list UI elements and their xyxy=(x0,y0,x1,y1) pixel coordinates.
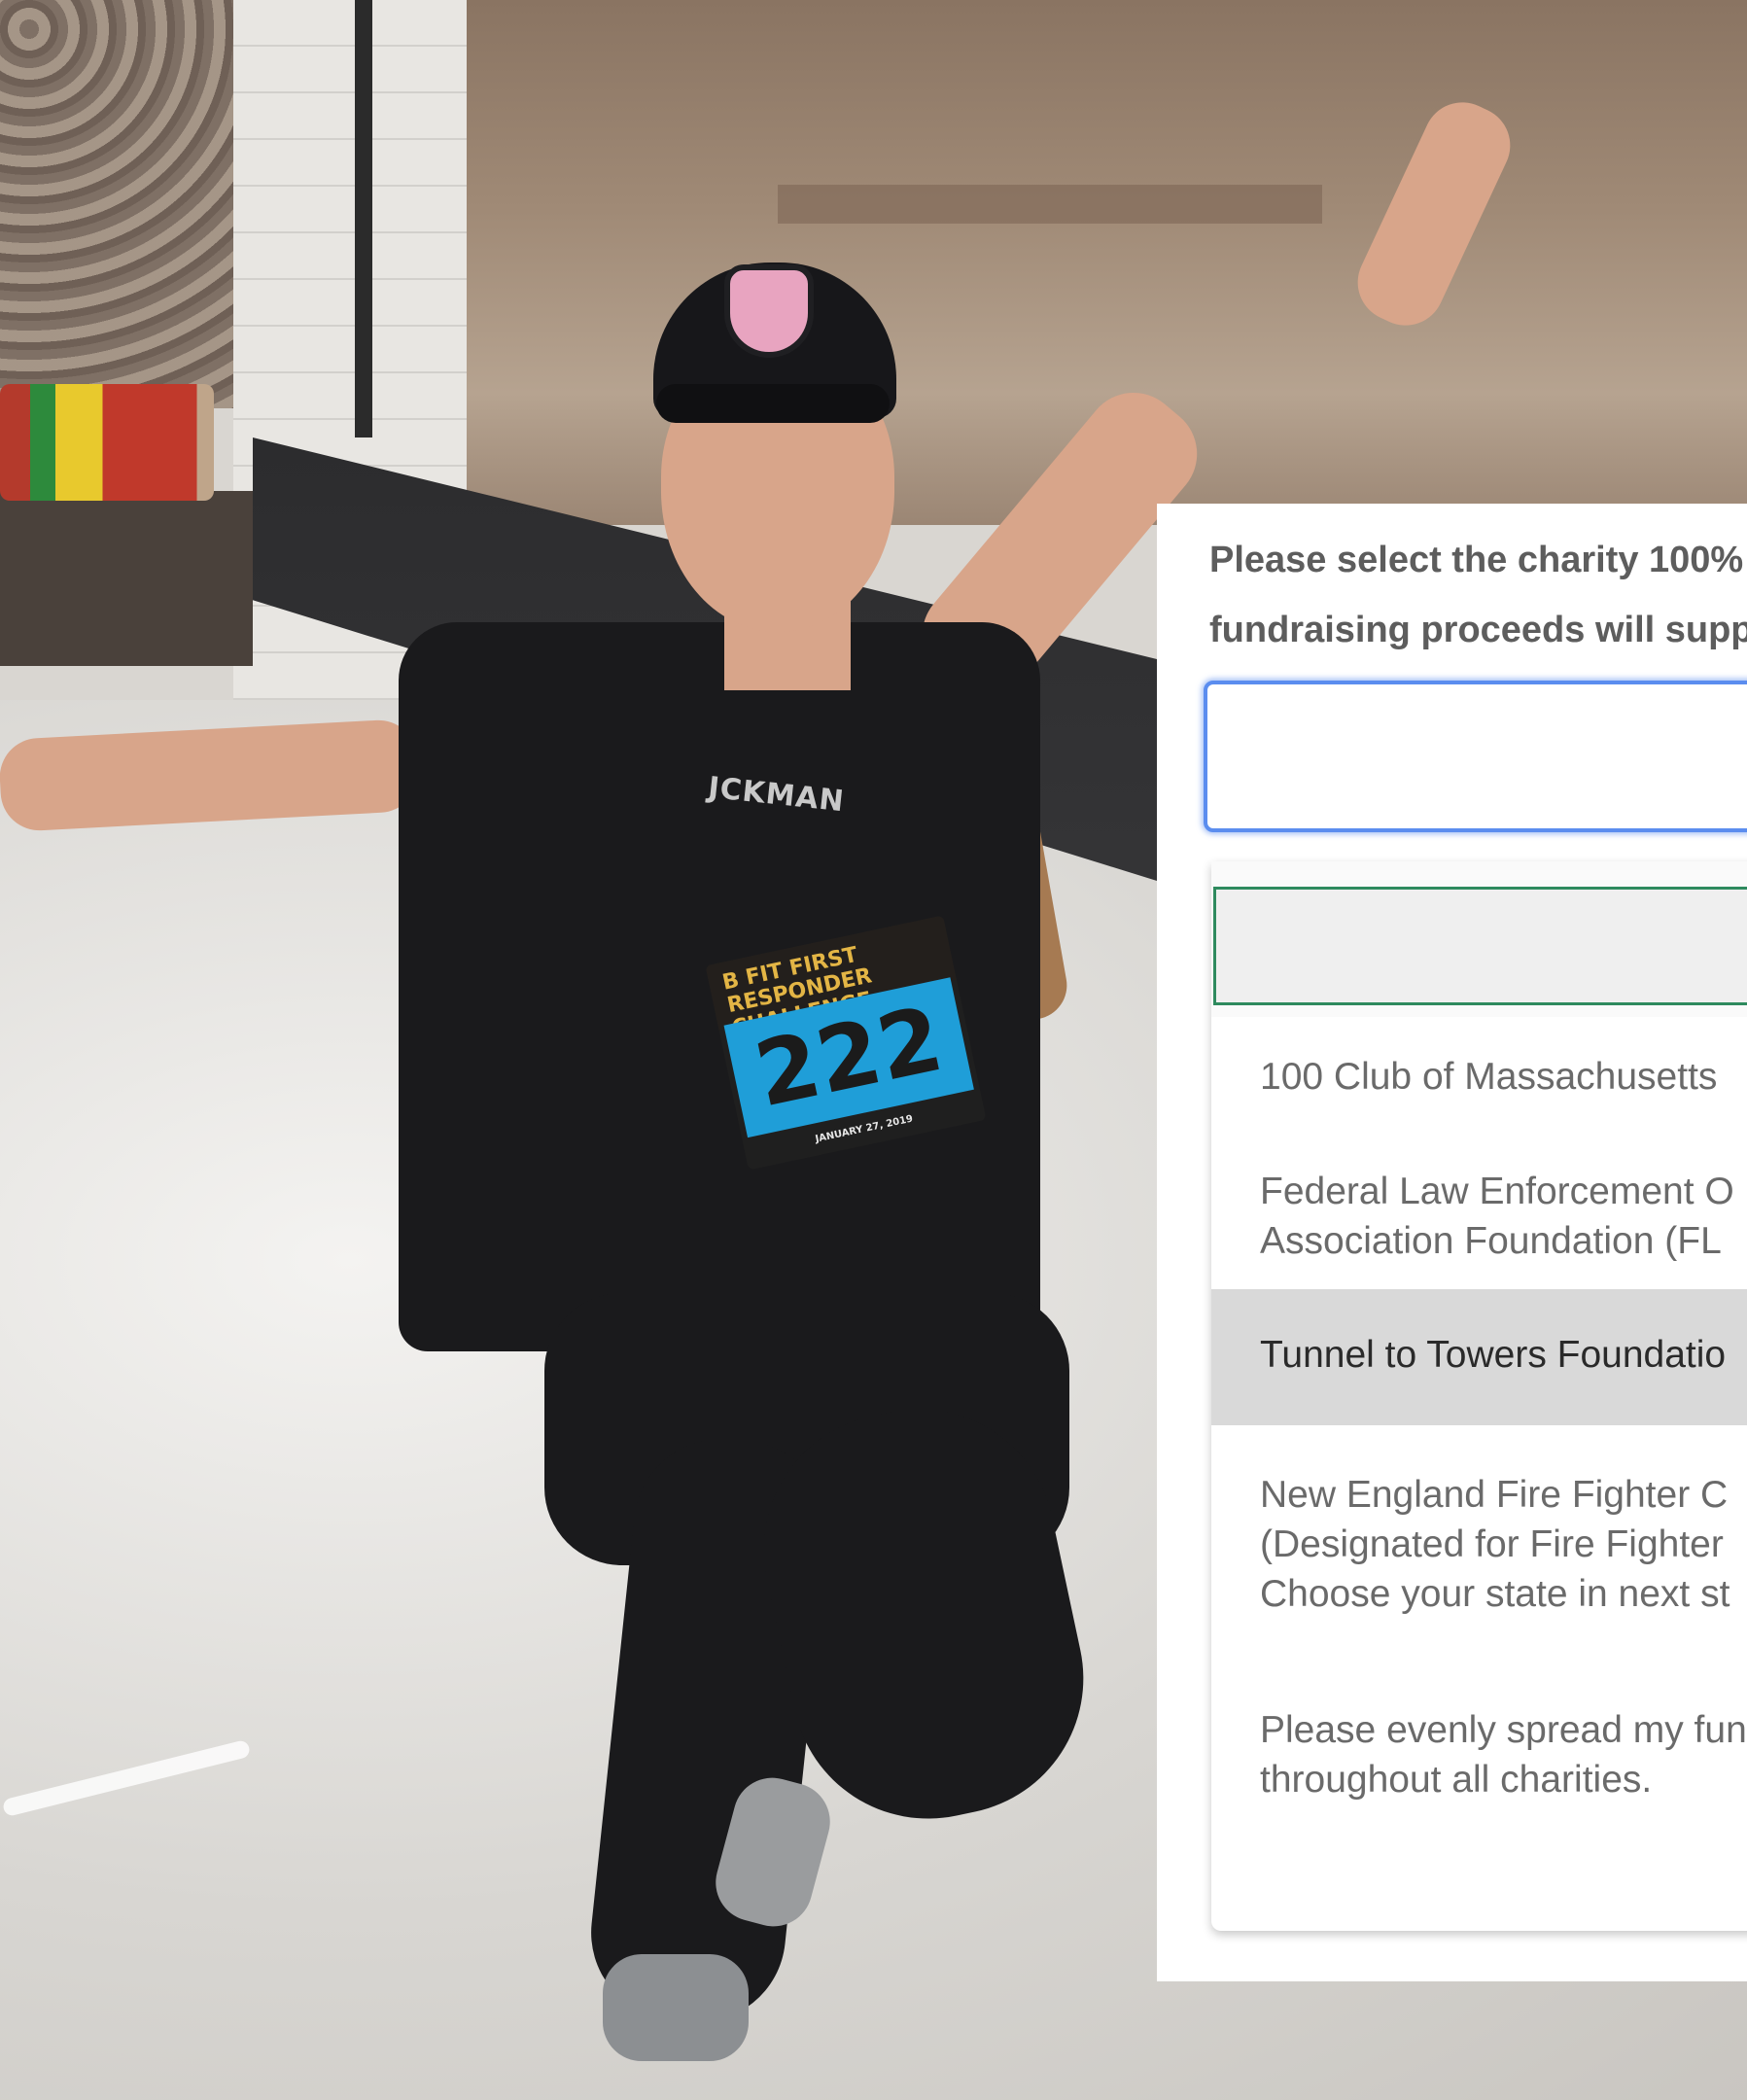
option-tunnel-to-towers[interactable]: Tunnel to Towers Foundatio xyxy=(1211,1289,1747,1425)
charity-prompt: Please select the charity 100% fundraisi… xyxy=(1209,525,1747,665)
left-counter xyxy=(0,491,253,666)
option-federal-law-enforcement[interactable]: Federal Law Enforcement O Association Fo… xyxy=(1211,1153,1747,1289)
option-spread-evenly[interactable]: Please evenly spread my fun throughout a… xyxy=(1211,1649,1747,1843)
cap-badge-icon xyxy=(724,264,814,358)
water-jugs xyxy=(0,384,214,501)
dropdown-search-area xyxy=(1211,861,1747,1017)
screenshot-stage: JCKMAN B FIT FIRST RESPONDER CHALLENGE 2… xyxy=(0,0,1747,2100)
runner-cap-brim xyxy=(656,384,890,423)
charity-select[interactable] xyxy=(1204,681,1747,832)
option-new-england-fire-fighter[interactable]: New England Fire Fighter C (Designated f… xyxy=(1211,1425,1747,1649)
charity-form-panel: Please select the charity 100% fundraisi… xyxy=(1157,504,1747,1981)
crowd-photo xyxy=(0,0,233,408)
charity-dropdown: 100 Club of Massachusetts Federal Law En… xyxy=(1211,861,1747,1931)
charity-prompt-line-1: Please select the charity 100% xyxy=(1209,540,1744,580)
charity-prompt-line-2: fundraising proceeds will supp xyxy=(1209,610,1747,650)
runner-shoe-left xyxy=(603,1954,749,2061)
option-100-club[interactable]: 100 Club of Massachusetts xyxy=(1211,1017,1747,1153)
dropdown-search-input[interactable] xyxy=(1213,887,1747,1005)
wall-edge xyxy=(355,0,372,438)
mural-band xyxy=(778,185,1322,224)
